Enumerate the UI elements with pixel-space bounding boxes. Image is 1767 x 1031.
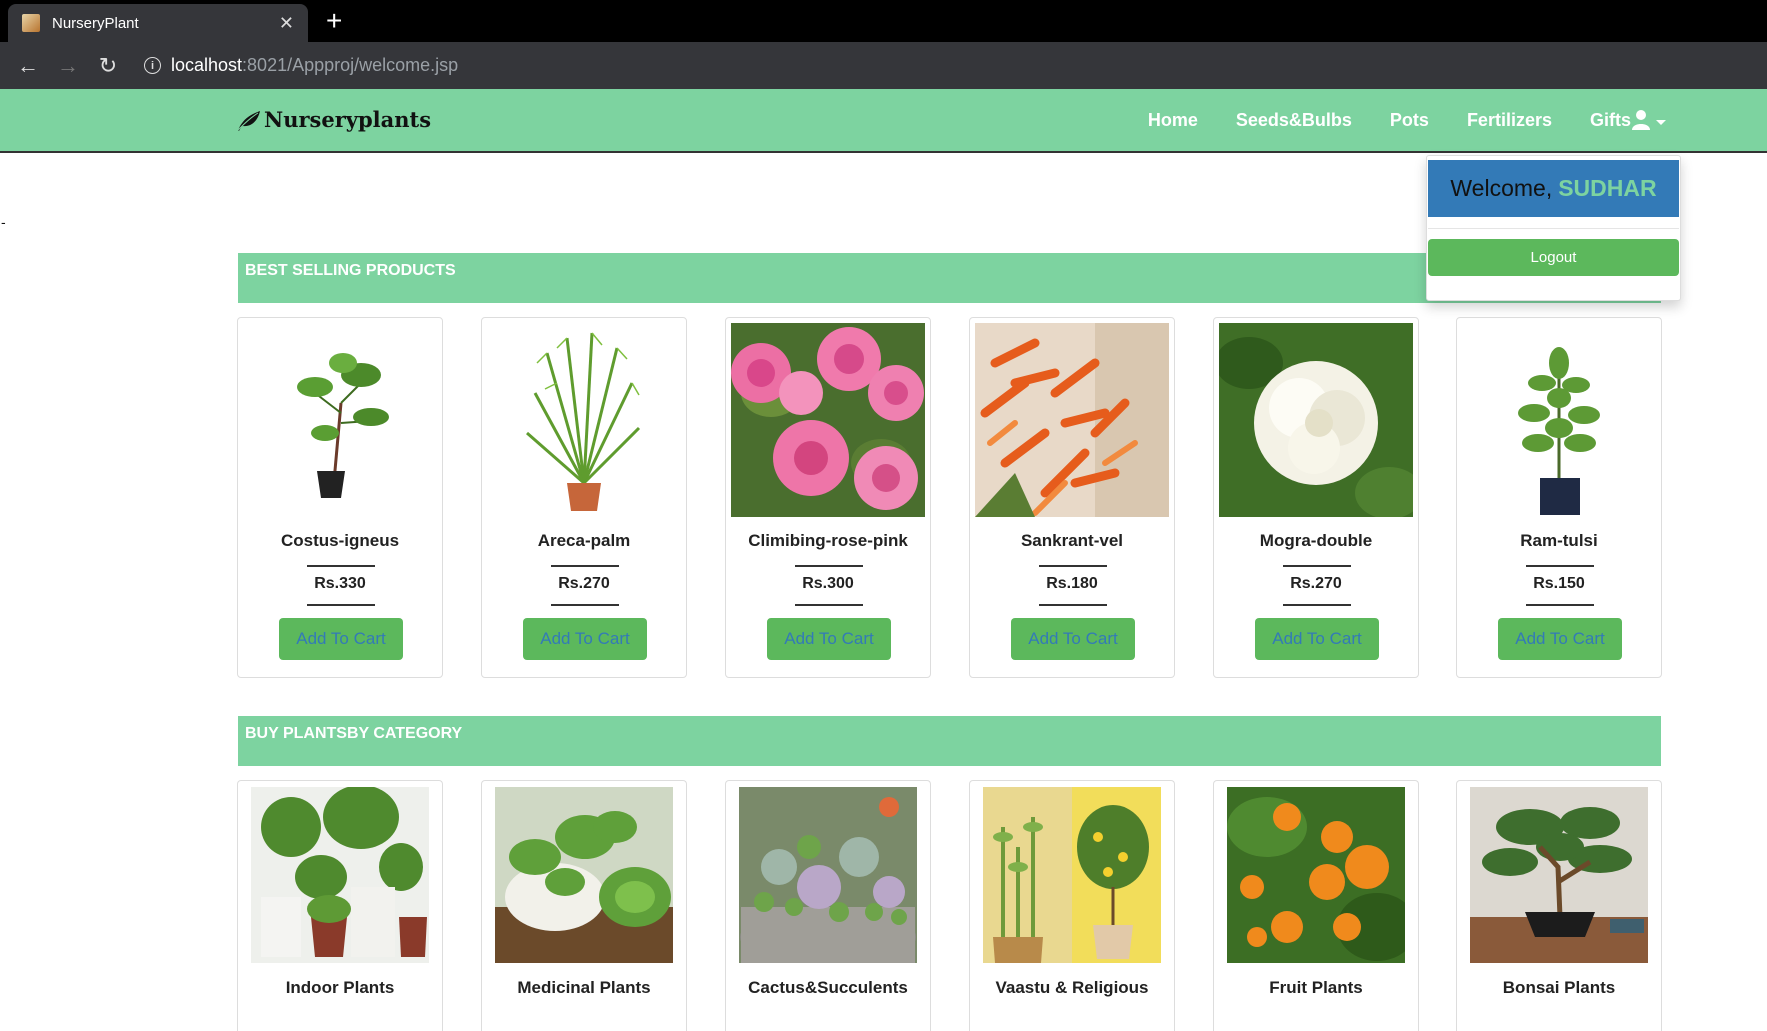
nav-home[interactable]: Home	[1148, 110, 1198, 131]
product-price: Rs.270	[1290, 575, 1342, 592]
product-name: Ram-tulsi	[1520, 531, 1598, 550]
add-to-cart-button[interactable]: Add To Cart	[767, 618, 891, 660]
divider	[551, 604, 619, 606]
product-image[interactable]	[731, 323, 925, 517]
product-image[interactable]	[975, 323, 1169, 517]
product-price: Rs.180	[1046, 575, 1098, 592]
category-image[interactable]	[1227, 787, 1405, 963]
product-name: Climibing-rose-pink	[748, 531, 908, 550]
brand-name: Nurseryplants	[264, 107, 432, 132]
stray-text: -	[1, 214, 6, 230]
category-header: BUY PLANTSBY CATEGORY	[238, 716, 1661, 766]
product-name: Areca-palm	[537, 531, 631, 550]
add-to-cart-button[interactable]: Add To Cart	[279, 618, 403, 660]
divider	[1039, 565, 1107, 567]
browser-tab-bar: NurseryPlant ✕ +	[0, 0, 1767, 42]
add-to-cart-button[interactable]: Add To Cart	[1498, 618, 1622, 660]
main-nav: Home Seeds&Bulbs Pots Fertilizers Gifts	[1110, 89, 1631, 151]
category-image[interactable]	[251, 787, 429, 963]
nav-pots[interactable]: Pots	[1390, 110, 1429, 131]
category-name: Fruit Plants	[1269, 978, 1363, 997]
user-dropdown: Welcome, SUDHAR Logout	[1426, 155, 1681, 301]
divider	[795, 565, 863, 567]
category-card[interactable]: Indoor Plants	[237, 780, 443, 1031]
product-price: Rs.150	[1533, 575, 1585, 592]
product-image[interactable]	[487, 323, 681, 517]
product-price: Rs.330	[314, 575, 366, 592]
product-image[interactable]	[1219, 323, 1413, 517]
divider	[551, 565, 619, 567]
product-card: Areca-palm Rs.270 Add To Cart	[481, 317, 687, 678]
product-card: Climibing-rose-pink Rs.300 Add To Cart	[725, 317, 931, 678]
divider	[1039, 604, 1107, 606]
nav-seeds-bulbs[interactable]: Seeds&Bulbs	[1236, 110, 1352, 131]
category-image[interactable]	[739, 787, 917, 963]
back-arrow-icon[interactable]: ←	[8, 53, 48, 79]
add-to-cart-button[interactable]: Add To Cart	[1255, 618, 1379, 660]
product-price: Rs.270	[558, 575, 610, 592]
browser-toolbar: ← → ↻ i localhost:8021/Appproj/welcome.j…	[0, 42, 1767, 89]
add-to-cart-button[interactable]: Add To Cart	[523, 618, 647, 660]
tab-title: NurseryPlant	[52, 14, 139, 32]
product-image[interactable]	[243, 323, 437, 517]
reload-icon[interactable]: ↻	[88, 53, 128, 79]
category-card[interactable]: Bonsai Plants	[1456, 780, 1662, 1031]
divider	[1526, 565, 1594, 567]
category-name: Medicinal Plants	[517, 978, 651, 997]
product-price: Rs.300	[802, 575, 854, 592]
add-to-cart-button[interactable]: Add To Cart	[1011, 618, 1135, 660]
site-info-icon[interactable]: i	[144, 57, 161, 74]
product-card: Costus-igneus Rs.330 Add To Cart	[237, 317, 443, 678]
logout-button[interactable]: Logout	[1428, 239, 1679, 276]
category-image[interactable]	[495, 787, 673, 963]
nav-gifts[interactable]: Gifts	[1590, 110, 1631, 131]
category-name: Cactus&Succulents	[748, 978, 908, 997]
brand-logo[interactable]: Nurseryplants	[236, 107, 431, 132]
welcome-message: Welcome, SUDHAR	[1428, 160, 1679, 217]
user-name: SUDHAR	[1558, 175, 1657, 201]
category-name: Indoor Plants	[285, 978, 395, 997]
category-image[interactable]	[983, 787, 1161, 963]
user-menu-toggle[interactable]	[1632, 109, 1666, 131]
category-card[interactable]: Medicinal Plants	[481, 780, 687, 1031]
category-image[interactable]	[1470, 787, 1648, 963]
divider	[1526, 604, 1594, 606]
dropdown-divider	[1428, 228, 1679, 229]
category-card[interactable]: Cactus&Succulents	[725, 780, 931, 1031]
product-name: Mogra-double	[1259, 531, 1373, 550]
chevron-down-icon	[1656, 119, 1666, 125]
leaf-icon	[237, 110, 260, 131]
address-bar[interactable]: localhost:8021/Appproj/welcome.jsp	[171, 55, 458, 76]
product-card: Ram-tulsi Rs.150 Add To Cart	[1456, 317, 1662, 678]
product-image[interactable]	[1462, 323, 1656, 517]
close-tab-icon[interactable]: ✕	[279, 13, 294, 34]
site-navbar: Nurseryplants Home Seeds&Bulbs Pots Fert…	[0, 89, 1767, 153]
divider	[1283, 604, 1351, 606]
product-card: Sankrant-vel Rs.180 Add To Cart	[969, 317, 1175, 678]
divider	[795, 604, 863, 606]
divider	[1283, 565, 1351, 567]
welcome-prefix: Welcome,	[1450, 175, 1553, 201]
category-card[interactable]: Vaastu & Religious	[969, 780, 1175, 1031]
section-title: BEST SELLING PRODUCTS	[245, 262, 456, 279]
divider	[307, 565, 375, 567]
category-name: Bonsai Plants	[1502, 978, 1616, 997]
product-card: Mogra-double Rs.270 Add To Cart	[1213, 317, 1419, 678]
browser-tab[interactable]: NurseryPlant ✕	[8, 4, 308, 42]
product-name: Costus-igneus	[280, 531, 400, 550]
site-favicon-icon	[22, 14, 40, 32]
category-card[interactable]: Fruit Plants	[1213, 780, 1419, 1031]
url-host: localhost	[171, 55, 243, 75]
product-name: Sankrant-vel	[1020, 531, 1124, 550]
new-tab-icon[interactable]: +	[326, 6, 342, 36]
user-icon	[1632, 110, 1650, 130]
nav-fertilizers[interactable]: Fertilizers	[1467, 110, 1552, 131]
url-path: :8021/Appproj/welcome.jsp	[242, 55, 459, 75]
section-title: BUY PLANTSBY CATEGORY	[245, 725, 463, 742]
divider	[307, 604, 375, 606]
forward-arrow-icon[interactable]: →	[48, 53, 88, 79]
category-name: Vaastu & Religious	[995, 978, 1149, 997]
